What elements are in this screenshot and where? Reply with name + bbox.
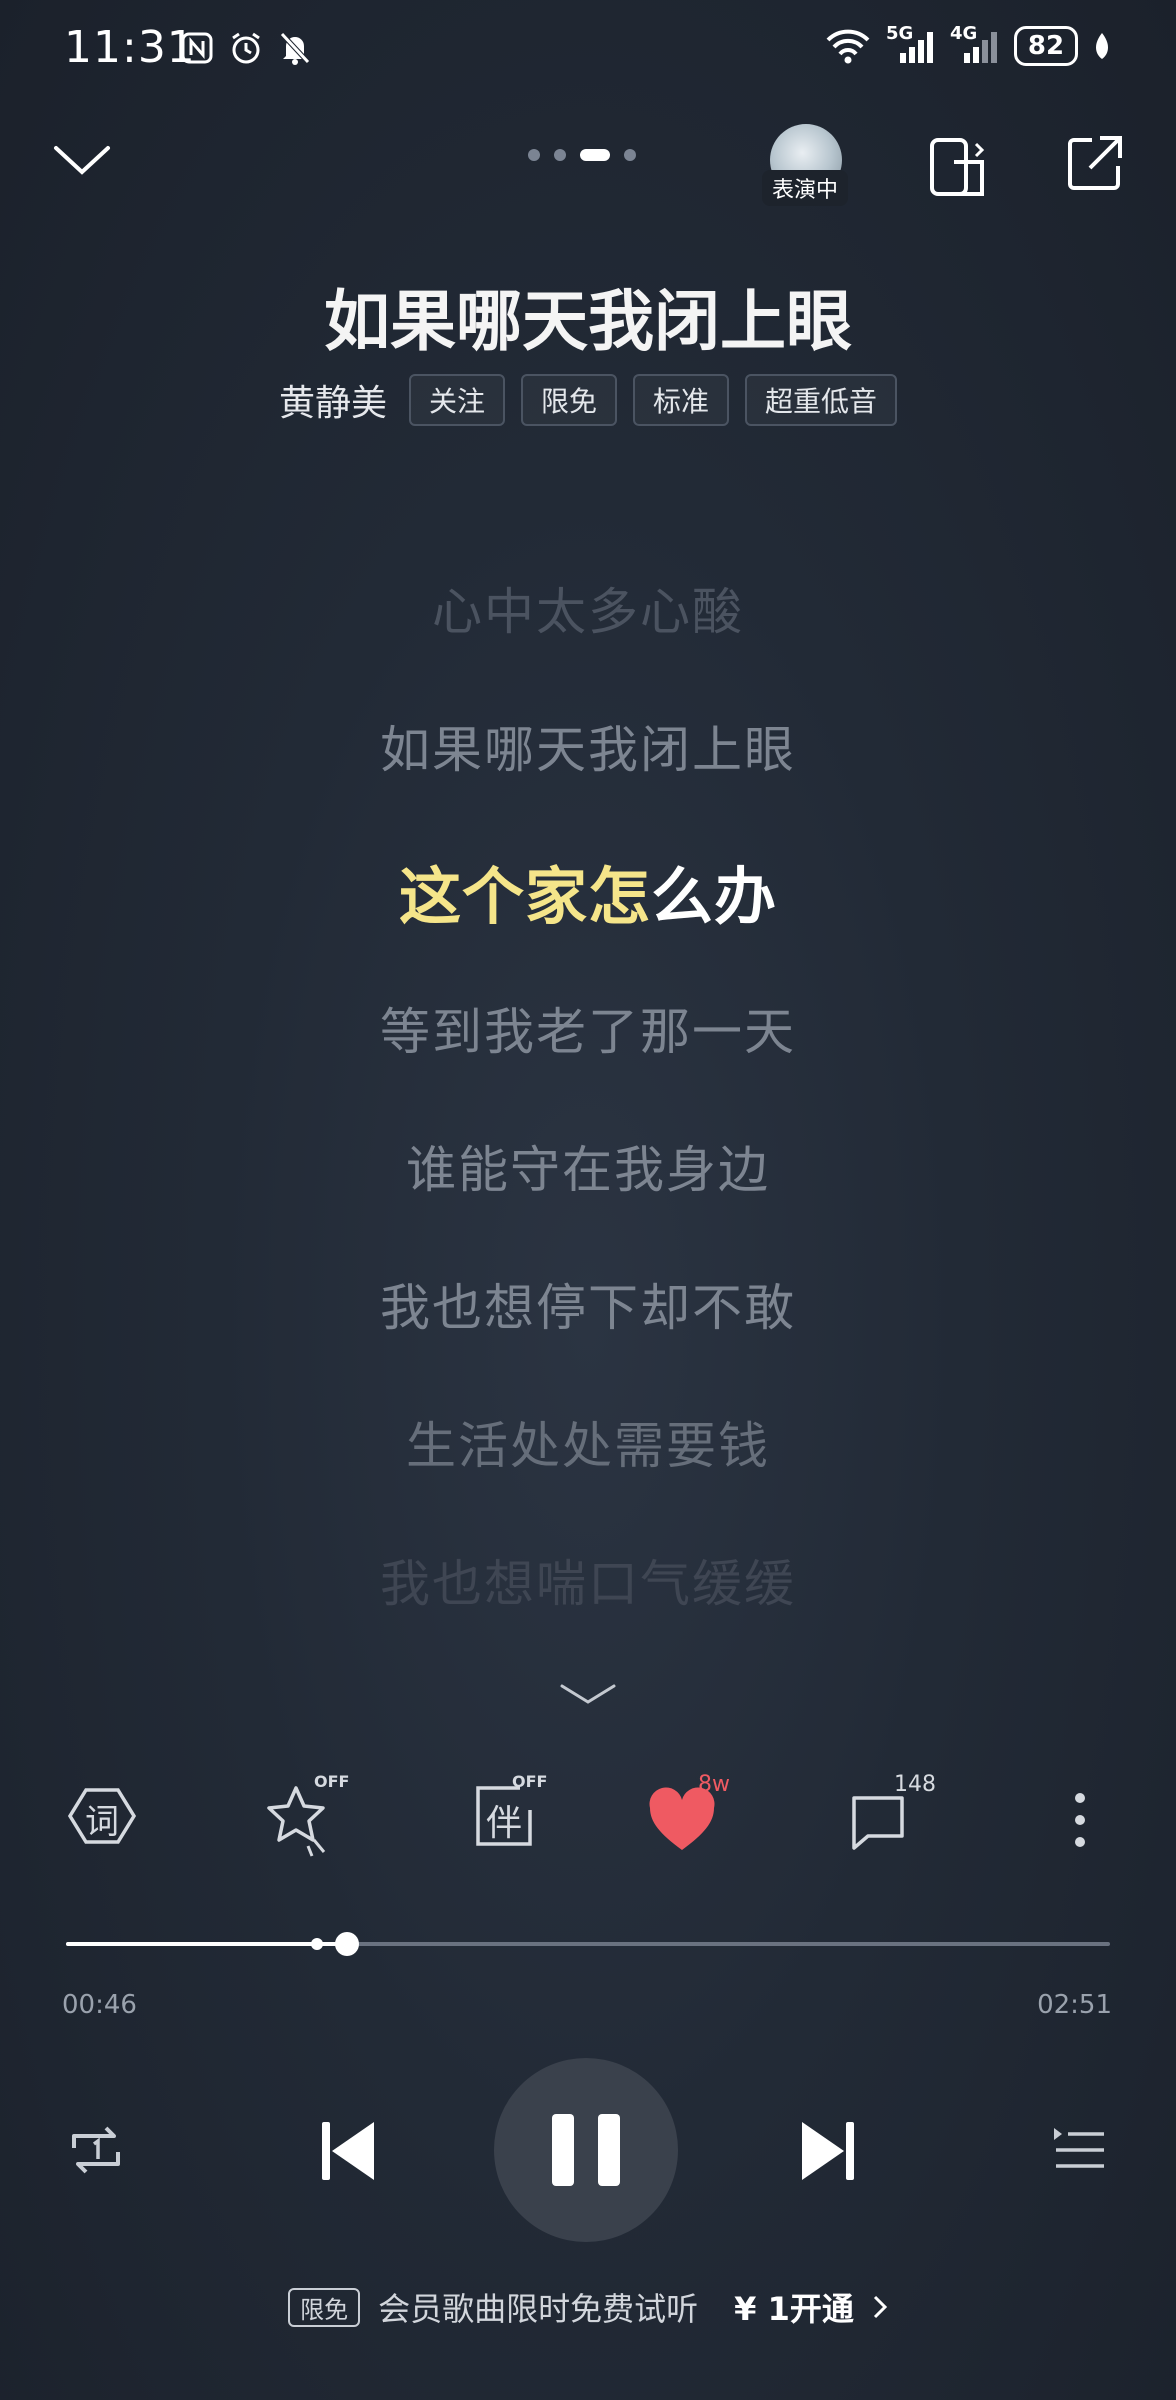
artist-name[interactable]: 黄静美 — [279, 374, 387, 426]
progress-marker — [311, 1938, 323, 1950]
lyric-line[interactable]: 生活处处需要钱 — [0, 1406, 1176, 1478]
share-button[interactable] — [1064, 134, 1124, 194]
lyric-poster-button[interactable]: 词 — [66, 1780, 138, 1852]
pause-icon — [552, 2114, 574, 2186]
chevron-down-icon — [560, 1684, 616, 1704]
pause-button[interactable] — [494, 2058, 678, 2242]
previous-button[interactable] — [318, 2118, 378, 2184]
alarm-icon — [228, 30, 264, 66]
lyric-line[interactable]: 等到我老了那一天 — [0, 992, 1176, 1064]
member-promo-bar[interactable]: 限免 会员歌曲限时免费试听 ¥ 1开通 — [0, 2284, 1176, 2330]
skip-previous-icon — [322, 2122, 374, 2180]
repeat-one-button[interactable] — [66, 2118, 126, 2182]
free-tag[interactable]: 限免 — [520, 374, 617, 426]
page-dot-active — [580, 149, 610, 161]
signal-4g-icon: 4G — [950, 23, 1000, 65]
page-indicator[interactable] — [528, 149, 636, 161]
leaf-icon — [1092, 31, 1112, 61]
page-dot — [554, 149, 566, 161]
wifi-icon — [824, 28, 872, 64]
battery-indicator: 82 — [1014, 26, 1078, 66]
song-meta-row: 黄静美 关注 限免 标准 超重低音 — [0, 374, 1176, 426]
chevron-right-icon — [872, 2294, 888, 2320]
follow-tag[interactable]: 关注 — [408, 374, 505, 426]
total-time: 02:51 — [1037, 1990, 1112, 2020]
lyric-line[interactable]: 谁能守在我身边 — [0, 1130, 1176, 1202]
collapse-button[interactable] — [52, 140, 112, 180]
next-button[interactable] — [798, 2118, 858, 2184]
share-icon — [1068, 136, 1122, 190]
sound-effect-tag[interactable]: 超重低音 — [745, 374, 898, 426]
more-button[interactable] — [1066, 1790, 1094, 1850]
lyric-sung-part: 这个家怎 — [398, 860, 651, 933]
promo-price[interactable]: ¥ 1开通 — [734, 2284, 854, 2330]
comment-icon — [852, 1796, 904, 1850]
quality-tag[interactable]: 标准 — [633, 374, 730, 426]
playlist-icon — [1054, 2128, 1104, 2168]
performing-badge: 表演中 — [762, 170, 849, 206]
like-button[interactable]: 8w — [646, 1772, 746, 1860]
limited-free-badge: 限免 — [288, 2287, 361, 2327]
lyric-line[interactable]: 心中太多心酸 — [0, 572, 1176, 644]
lyric-line[interactable]: 如果哪天我闭上眼 — [0, 710, 1176, 782]
comments-button[interactable]: 148 — [846, 1772, 956, 1860]
device-switch-icon — [930, 138, 985, 196]
page-dot — [528, 149, 540, 161]
nfc-icon — [180, 31, 214, 65]
expand-lyrics-button[interactable] — [558, 1680, 618, 1708]
playlist-button[interactable] — [1052, 2124, 1106, 2174]
status-time: 11:31 — [64, 22, 196, 73]
more-vertical-icon — [1075, 1793, 1085, 1847]
star-sparkle-icon — [267, 1786, 326, 1857]
lyric-line[interactable]: 我也想停下却不敢 — [0, 1268, 1176, 1340]
accompaniment-button[interactable]: 伴 OFF — [472, 1772, 552, 1860]
lyric-line-current[interactable]: 这个家怎么办 — [0, 846, 1176, 936]
comment-count: 148 — [894, 1772, 936, 1797]
page-dot — [624, 149, 636, 161]
song-title: 如果哪天我闭上眼 — [324, 283, 852, 360]
repeat-one-icon — [72, 2126, 120, 2174]
current-time: 00:46 — [62, 1990, 137, 2020]
mute-bell-icon — [278, 30, 312, 66]
promo-text: 会员歌曲限时免费试听 — [378, 2290, 699, 2328]
progress-handle[interactable] — [335, 1932, 359, 1956]
chevron-down-icon — [54, 146, 110, 175]
signal-5g-icon: 5G — [886, 23, 936, 65]
skip-next-icon — [802, 2122, 854, 2180]
device-switch-button[interactable] — [926, 134, 990, 198]
progress-played — [66, 1942, 347, 1946]
like-count: 8w — [698, 1772, 730, 1797]
lyric-line[interactable]: 我也想喘口气缓缓 — [0, 1544, 1176, 1616]
lyric-unsung-part: 么办 — [651, 860, 778, 933]
sound-effect-button[interactable]: OFF — [264, 1772, 354, 1860]
